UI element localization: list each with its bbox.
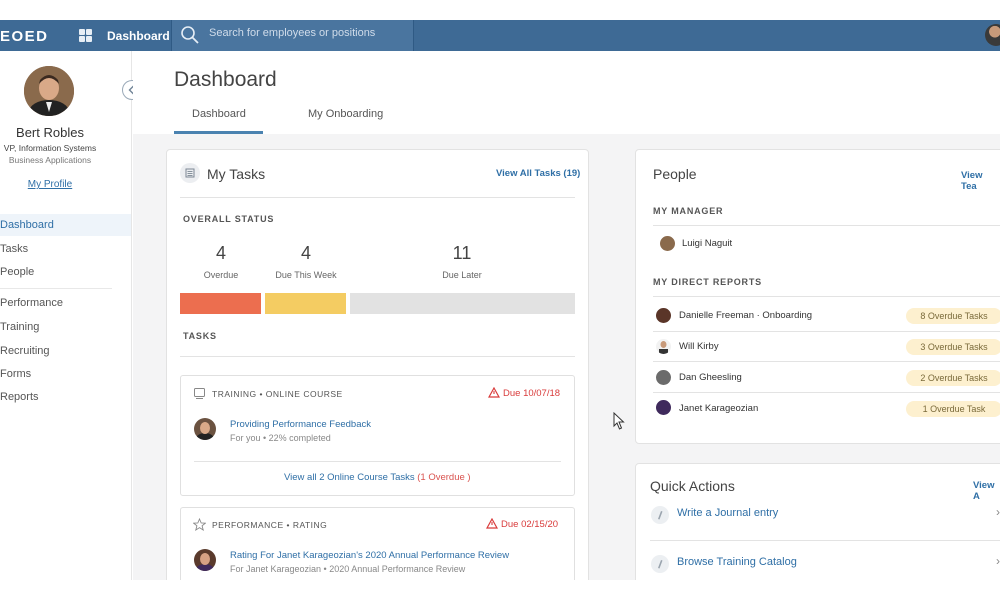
divider [653,225,1000,226]
search-icon [181,26,199,44]
avatar [656,308,671,323]
avatar [194,418,216,440]
divider [194,461,561,462]
tab-my-onboarding[interactable]: My Onboarding [308,108,383,120]
report-name[interactable]: Danielle Freeman · Onboarding [679,310,812,321]
due-later-count[interactable]: 11 [437,243,487,264]
star-icon [193,518,206,531]
warning-icon [486,518,498,529]
divider [180,356,575,357]
sidebar-item-reports[interactable]: Reports [0,386,131,408]
my-manager-label: MY MANAGER [653,206,724,216]
top-bar: EOED Dashboard [0,20,1000,51]
overdue-badge[interactable]: 8 Overdue Tasks [906,308,1000,324]
journal-icon [651,506,669,524]
warning-icon [488,387,500,398]
divider [653,361,1000,362]
overdue-note: (1 Overdue ) [417,472,471,483]
avatar [660,236,675,251]
app-logo[interactable]: EOED [0,28,49,45]
view-all-actions-link[interactable]: View A [973,480,1000,502]
training-icon [194,388,205,399]
left-sidebar: Bert Robles VP, Information Systems Busi… [0,51,142,580]
profile-avatar [24,66,74,116]
divider [653,296,1000,297]
quick-actions-title: Quick Actions [650,478,735,494]
mouse-cursor-icon [613,412,625,430]
write-journal-link[interactable]: Write a Journal entry [677,507,778,519]
sidebar-item-recruiting[interactable]: Recruiting [0,340,131,362]
direct-reports-label: MY DIRECT REPORTS [653,277,762,287]
user-avatar-menu[interactable] [985,24,1000,46]
sidebar-item-dashboard[interactable]: Dashboard [0,214,131,236]
people-title: People [653,166,697,182]
due-this-week-count[interactable]: 4 [281,243,331,264]
nav-dashboard-link[interactable]: Dashboard [107,29,170,43]
chevron-right-icon[interactable]: › [996,554,1000,568]
due-later-label: Due Later [442,270,482,280]
overdue-badge[interactable]: 3 Overdue Tasks [906,339,1000,355]
overdue-count[interactable]: 4 [196,243,246,264]
report-name[interactable]: Janet Karageozian [679,403,758,414]
task-due-date: Due 02/15/20 [501,519,559,530]
task-due-date: Due 10/07/18 [503,388,561,399]
overdue-badge[interactable]: 1 Overdue Task [906,401,1000,417]
sidebar-item-forms[interactable]: Forms [0,363,131,385]
apps-grid-icon[interactable] [79,29,92,42]
sidebar-item-people[interactable]: People [0,261,131,283]
main-header [133,51,1000,134]
status-bar-overdue [180,293,261,314]
my-profile-link[interactable]: My Profile [0,179,100,190]
view-team-link[interactable]: View Tea [961,170,1000,192]
task-subtitle: For you • 22% completed [230,433,331,443]
page-title: Dashboard [174,68,277,91]
tasks-label: TASKS [183,331,217,341]
view-all-tasks-link[interactable]: View All Tasks (19) [496,168,580,179]
sidebar-divider [0,288,112,289]
avatar [194,549,216,571]
status-bar-due-later [350,293,575,314]
manager-name[interactable]: Luigi Naguit [682,238,732,249]
task-title-link[interactable]: Providing Performance Feedback [230,419,371,430]
my-tasks-title: My Tasks [207,166,266,182]
divider [653,331,1000,332]
browse-training-catalog-link[interactable]: Browse Training Catalog [677,556,797,568]
avatar [656,400,671,415]
overdue-badge[interactable]: 2 Overdue Tasks [906,370,1000,386]
view-all-online-course-link[interactable]: View all 2 Online Course Tasks [284,472,415,483]
task-type: TRAINING • ONLINE COURSE [212,389,343,399]
overdue-label: Overdue [203,270,239,280]
task-subtitle: For Janet Karageozian • 2020 Annual Perf… [230,564,466,574]
user-department: Business Applications [8,155,92,165]
chevron-right-icon[interactable]: › [996,505,1000,519]
tab-dashboard[interactable]: Dashboard [192,108,246,120]
status-bar-due-this-week [265,293,346,314]
tasks-list-icon [180,163,200,183]
user-title: VP, Information Systems [3,143,97,153]
bottom-edge [0,580,1000,600]
avatar [656,339,671,354]
sidebar-item-tasks[interactable]: Tasks [0,238,131,260]
task-title-link[interactable]: Rating For Janet Karageozian's 2020 Annu… [230,550,509,561]
user-name: Bert Robles [16,125,84,140]
sidebar-item-performance[interactable]: Performance [0,292,131,314]
divider [653,392,1000,393]
active-tab-indicator [174,131,263,134]
sidebar-item-training[interactable]: Training [0,316,131,338]
task-footer: View all 2 Online Course Tasks (1 Overdu… [284,472,471,483]
training-catalog-icon [651,555,669,573]
divider [650,540,1000,541]
task-type: PERFORMANCE • RATING [212,520,328,530]
report-name[interactable]: Dan Gheesling [679,372,742,383]
search-input[interactable] [209,27,409,39]
report-name[interactable]: Will Kirby [679,341,719,352]
due-this-week-label: Due This Week [275,270,337,280]
divider [180,197,575,198]
avatar [656,370,671,385]
search-box[interactable] [171,20,414,51]
overall-status-label: OVERALL STATUS [183,214,275,224]
